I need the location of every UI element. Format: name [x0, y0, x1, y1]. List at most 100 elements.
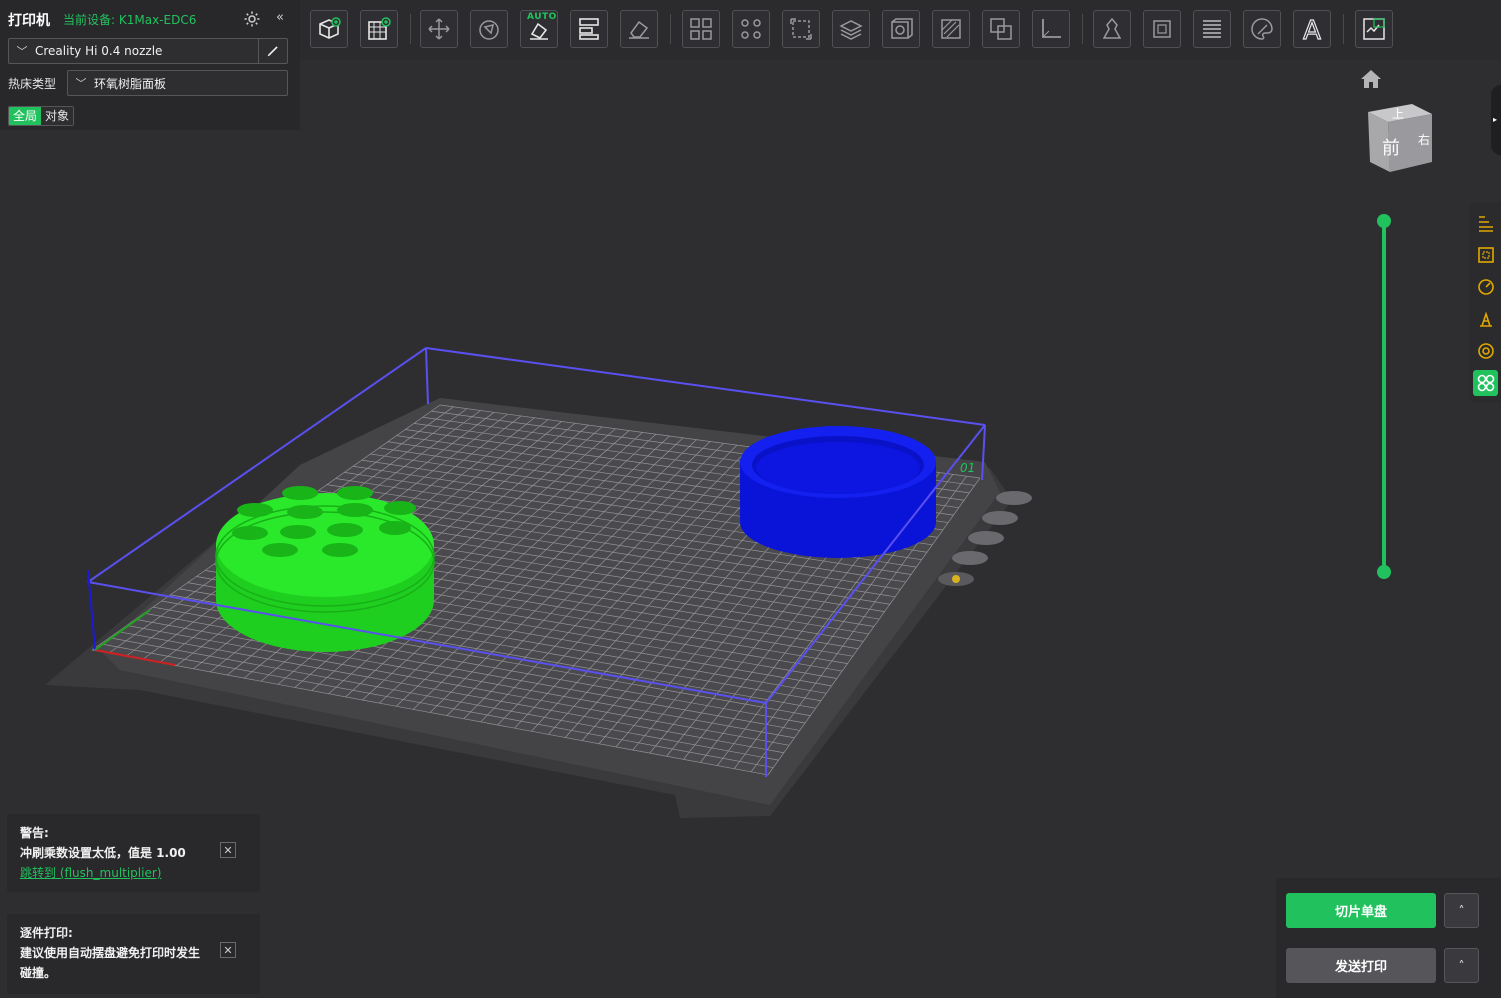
rotate-icon: [479, 20, 499, 40]
scale-button[interactable]: [782, 10, 820, 48]
move-icon: [428, 18, 450, 40]
bed-type-value: 环氧树脂面板: [94, 76, 167, 91]
eraser-icon: [629, 20, 649, 39]
scope-object-tab[interactable]: 对象: [41, 107, 74, 125]
boolean-button[interactable]: [982, 10, 1020, 48]
add-plate-icon: [368, 17, 391, 40]
assembly-view-button[interactable]: [1355, 10, 1393, 48]
view-tools-panel: [1470, 202, 1501, 402]
scope-global-tab[interactable]: 全局: [9, 107, 42, 125]
support-view-button[interactable]: [1473, 306, 1498, 332]
slice-options-button[interactable]: ˄: [1444, 893, 1479, 928]
scale-icon: [790, 18, 812, 40]
add-cube-icon: [319, 17, 341, 39]
slice-actions: 切片单盘 ˄ 发送打印 ˄: [1276, 878, 1501, 998]
cube-top-label: 上: [1392, 107, 1404, 121]
hollow-button[interactable]: [882, 10, 920, 48]
send-print-button[interactable]: 发送打印: [1286, 948, 1436, 983]
text-emboss-button[interactable]: A: [1293, 10, 1331, 48]
seam-paint-icon: [1102, 17, 1122, 39]
layers-view-button[interactable]: [1473, 210, 1498, 236]
view-cube[interactable]: 上 前 右: [1362, 96, 1438, 178]
quality-view-button[interactable]: [1473, 242, 1498, 268]
measure-button[interactable]: [1032, 10, 1070, 48]
palette-icon: [1251, 18, 1273, 40]
plate-number: 01: [960, 461, 975, 475]
layer-slider-track[interactable]: [1382, 222, 1386, 572]
toolbar-separator: [670, 14, 671, 44]
green-object[interactable]: [215, 486, 435, 652]
bed-type-select[interactable]: ﹀ 环氧树脂面板: [67, 70, 288, 96]
expand-arrow-icon: ▸: [1493, 115, 1498, 124]
layer-slider-bottom-handle[interactable]: [1377, 565, 1391, 579]
toolbar-separator: [1082, 14, 1083, 44]
speedometer-icon: [1477, 279, 1494, 295]
bars-icon: [1478, 216, 1493, 232]
home-icon[interactable]: [1360, 69, 1382, 89]
chevron-down-icon: ﹀: [16, 45, 28, 58]
variable-layer-button[interactable]: [1193, 10, 1231, 48]
text-tool-label: A: [1303, 16, 1321, 42]
toolbar-separator: [1343, 14, 1344, 44]
edit-printer-button[interactable]: [258, 39, 287, 63]
notice-title: 逐件打印:: [20, 926, 73, 940]
warning-notice: 警告: 冲刷乘数设置太低，值是 1.00 跳转到 (flush_multipli…: [7, 814, 260, 892]
arrange-button[interactable]: [570, 10, 608, 48]
sequential-print-notice: 逐件打印: 建议使用自动摆盘避免打印时发生 碰撞。 ✕: [7, 914, 260, 994]
scope-toggle[interactable]: 全局 对象: [8, 106, 75, 126]
auto-orient-button[interactable]: [420, 10, 458, 48]
pencil-icon: [267, 46, 278, 57]
split-objects-button[interactable]: [682, 10, 720, 48]
blue-object[interactable]: [740, 426, 936, 558]
assembly-icon: [1363, 18, 1385, 40]
mesh-repair-button[interactable]: [1143, 10, 1181, 48]
add-object-button[interactable]: [310, 10, 348, 48]
auto-badge: AUTO: [527, 12, 557, 22]
printer-profile-select[interactable]: ﹀ Creality Hi 0.4 nozzle: [8, 38, 288, 64]
multicolor-view-button[interactable]: [1473, 370, 1498, 396]
notice-title: 警告:: [20, 826, 49, 840]
notice-link[interactable]: 跳转到 (flush_multiplier): [20, 864, 161, 881]
chevron-down-icon: ﹀: [75, 77, 87, 90]
auto-arrange-button[interactable]: AUTO: [520, 10, 558, 48]
main-toolbar: AUTO A: [300, 0, 1501, 60]
boolean-icon: [990, 18, 1012, 40]
lay-on-face-button[interactable]: [620, 10, 658, 48]
support-icon: [1479, 311, 1492, 327]
dots-split-icon: [741, 19, 761, 39]
grid-split-icon: [690, 18, 712, 40]
current-device-label[interactable]: 当前设备: K1Max-EDC6: [63, 11, 196, 28]
close-icon[interactable]: ✕: [220, 942, 236, 958]
cut-button[interactable]: [832, 10, 870, 48]
notice-message: 冲刷乘数设置太低，值是 1.00: [20, 846, 186, 860]
filament-view-button[interactable]: [1473, 338, 1498, 364]
hollow-icon: [891, 18, 913, 39]
collapse-panel-button[interactable]: «: [276, 10, 284, 25]
cube-front-label: 前: [1382, 138, 1400, 159]
speed-view-button[interactable]: [1473, 274, 1498, 300]
support-paint-icon: [941, 19, 961, 39]
color-paint-button[interactable]: [1243, 10, 1281, 48]
close-icon[interactable]: ✕: [220, 842, 236, 858]
notice-message: 建议使用自动摆盘避免打印时发生: [20, 946, 201, 960]
notice-message-continued: 碰撞。: [20, 966, 57, 980]
slice-plate-button[interactable]: 切片单盘: [1286, 893, 1436, 928]
send-options-button[interactable]: ˄: [1444, 948, 1479, 983]
mesh-repair-icon: [1153, 20, 1171, 38]
printer-profile-value: Creality Hi 0.4 nozzle: [35, 44, 163, 58]
seam-paint-button[interactable]: [1093, 10, 1131, 48]
split-parts-button[interactable]: [732, 10, 770, 48]
cube-right-label: 右: [1418, 132, 1430, 147]
gear-icon[interactable]: [243, 10, 261, 28]
printer-panel-title: 打印机: [8, 13, 50, 29]
support-paint-button[interactable]: [932, 10, 970, 48]
toolbar-separator: [410, 14, 411, 44]
rotate-button[interactable]: [470, 10, 508, 48]
spool-icon: [1477, 343, 1494, 359]
arrange-icon: [579, 18, 599, 40]
sidebar-expand-handle[interactable]: ▸: [1491, 85, 1501, 155]
frame-icon: [1477, 247, 1494, 263]
add-plate-button[interactable]: [360, 10, 398, 48]
layer-slider-top-handle[interactable]: [1377, 214, 1391, 228]
layers-icon: [1203, 20, 1221, 38]
